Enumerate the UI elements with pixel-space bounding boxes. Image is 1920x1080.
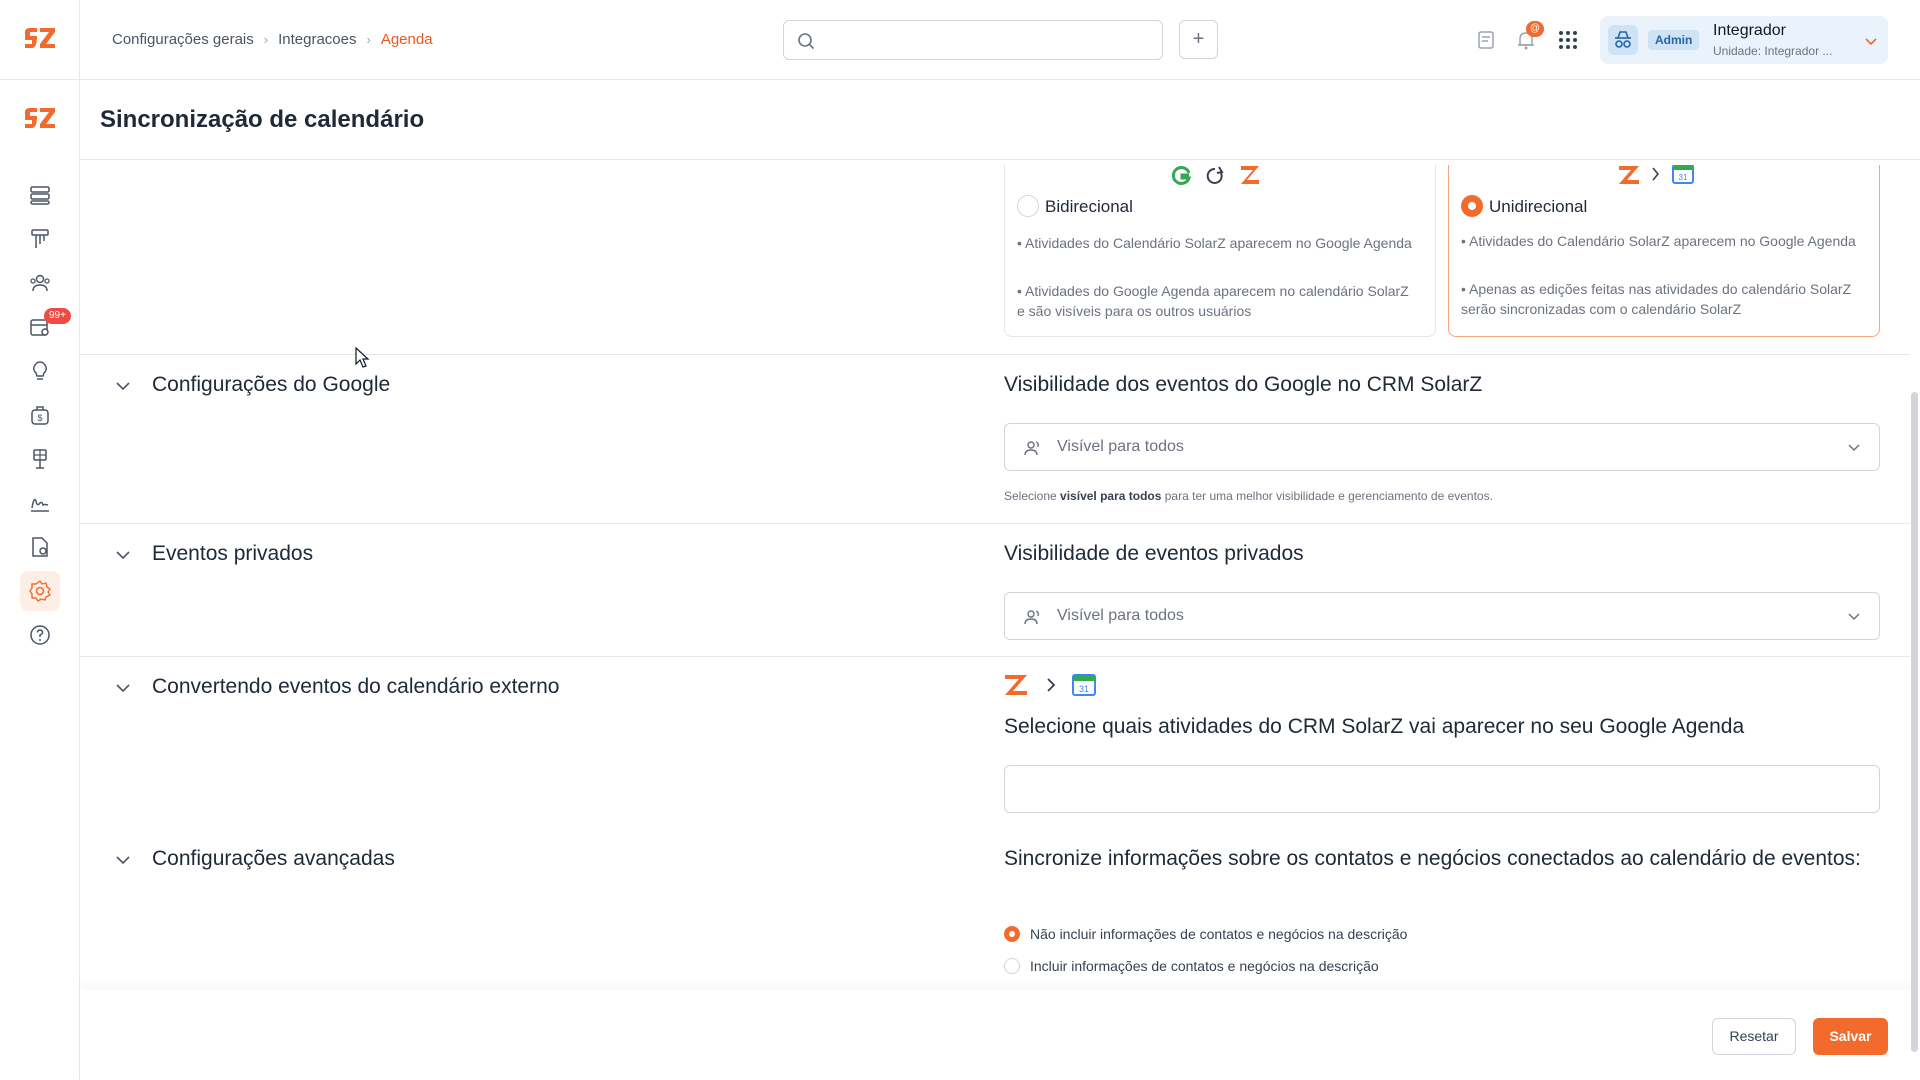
breadcrumb-current: Agenda [380,31,433,48]
solarz-logo[interactable] [22,26,58,52]
unidirectional-bullet-2: • Apenas as edições feitas nas atividade… [1461,281,1852,317]
money-bag-icon: $ [31,406,49,425]
lightbulb-icon [33,361,47,380]
users-icon [1024,610,1039,625]
chevron-down-icon [1865,38,1877,46]
advanced-settings-title[interactable]: Configurações avançadas [152,847,395,871]
bidirectional-radio[interactable] [1017,195,1039,217]
google-settings-title[interactable]: Configurações do Google [152,373,390,397]
convert-events-subtitle: Selecione quais atividades do CRM SolarZ… [1004,715,1745,738]
sync-mode-unidirectional-card[interactable]: 31 Unidirecional • Atividades do Calendá… [1448,165,1880,337]
sidebar-item-ideas[interactable] [20,351,60,391]
notification-badge: @ [1526,21,1544,37]
save-button[interactable]: Salvar [1813,1018,1888,1055]
help-prefix: Selecione [1004,489,1061,503]
bidirectional-label: Bidirecional [1045,197,1133,216]
google-visibility-select[interactable]: Visível para todos [1004,423,1880,471]
calendar-badge: 99+ [44,308,71,324]
apps-grid-icon[interactable] [1556,28,1580,52]
users-icon [1024,441,1039,456]
user-name: Integrador [1713,22,1786,39]
sidebar-item-help[interactable] [20,615,60,655]
convert-events-title[interactable]: Convertendo eventos do calendário extern… [152,675,559,699]
advanced-sync-title: Sincronize informações sobre os contatos… [1004,847,1861,870]
private-visibility-title: Visibilidade de eventos privados [1004,542,1304,565]
section-divider [80,523,1910,524]
sidebar-divider [79,0,80,1080]
chevron-down-icon[interactable] [114,377,132,395]
mouse-cursor-icon [355,347,370,368]
reset-button[interactable]: Resetar [1712,1018,1796,1055]
sync-mode-bidirectional-card[interactable]: Bidirecional • Atividades do Calendário … [1004,165,1436,337]
activities-select-input[interactable] [1004,765,1880,813]
sidebar-item-contacts[interactable] [20,263,60,303]
sync-icons-unidirectional: 31 [1619,165,1694,184]
google-visibility-help: Selecione visível para todos para ter um… [1004,489,1493,503]
bidirectional-bullet-2: • Atividades do Google Agenda aparecem n… [1017,283,1409,319]
notes-icon[interactable] [1474,28,1498,52]
user-menu[interactable]: Admin Integrador Unidade: Integrador ... [1600,16,1888,64]
exclude-info-label: Não incluir informações de contatos e ne… [1030,926,1408,942]
bidirectional-bullet-1: • Atividades do Calendário SolarZ aparec… [1017,235,1412,251]
section-divider [80,656,1910,657]
solarz-logo[interactable] [22,106,58,132]
signature-icon [31,498,49,512]
chevron-right-icon: › [366,32,371,47]
sidebar-item-documents[interactable] [20,527,60,567]
scrollbar-thumb[interactable] [1911,392,1918,1052]
svg-text:31: 31 [1679,173,1688,182]
help-bold: visível para todos [1060,489,1162,503]
chevron-right-icon: › [263,32,269,47]
include-info-radio[interactable] [1004,958,1020,974]
search-icon [798,33,815,50]
sidebar-item-settings[interactable] [20,571,60,611]
option-exclude-info[interactable]: Não incluir informações de contatos e ne… [1004,926,1407,942]
google-visibility-value: Visível para todos [1057,438,1184,455]
sidebar-item-finance[interactable]: $ [20,395,60,435]
exclude-info-radio[interactable] [1004,926,1020,942]
sync-icons-bidirectional [1171,166,1259,185]
search-input[interactable] [783,20,1163,60]
users-icon [30,274,50,292]
page-header: Sincronização de calendário [80,80,1920,160]
chevron-down-icon[interactable] [114,679,132,697]
option-include-info[interactable]: Incluir informações de contatos e negóci… [1004,958,1379,974]
chevron-down-icon[interactable] [114,546,132,564]
add-button[interactable]: + [1179,20,1218,59]
footer-bar [80,990,1920,1080]
page-title: Sincronização de calendário [100,106,425,133]
chevron-down-icon [1848,613,1860,621]
incognito-avatar-icon [1608,25,1638,55]
breadcrumb-item-integracoes[interactable]: Integracoes [278,31,356,48]
gear-icon [29,580,51,602]
unidirectional-label: Unidirecional [1489,197,1588,216]
document-settings-icon [32,537,48,557]
private-events-title[interactable]: Eventos privados [152,542,313,566]
private-visibility-select[interactable]: Visível para todos [1004,592,1880,640]
include-info-label: Incluir informações de contatos e negóci… [1030,958,1379,974]
svg-text:$: $ [37,413,42,423]
svg-text:31: 31 [1079,684,1089,694]
sidebar-item-projects[interactable] [20,439,60,479]
private-visibility-value: Visível para todos [1057,607,1184,624]
breadcrumb: Configurações gerais › Integracoes › Age… [112,31,433,48]
sidebar-item-funnel[interactable] [20,219,60,259]
unidirectional-radio[interactable] [1461,195,1483,217]
google-visibility-title: Visibilidade dos eventos do Google no CR… [1004,373,1483,396]
sidebar-item-signature[interactable] [20,483,60,523]
help-circle-icon [30,625,50,645]
solar-panel-icon [33,449,47,469]
user-unit: Unidade: Integrador ... [1713,44,1833,58]
breadcrumb-item-configuracoes[interactable]: Configurações gerais [112,31,254,48]
help-suffix: para ter uma melhor visibilidade e geren… [1161,489,1493,503]
solarz-to-google-calendar-icon: 31 [1005,674,1096,696]
sidebar-item-dashboard[interactable] [20,175,60,215]
chevron-down-icon[interactable] [114,851,132,869]
server-list-icon [30,186,50,205]
admin-badge: Admin [1648,30,1700,50]
top-bar: Configurações gerais › Integracoes › Age… [0,0,1920,80]
unidirectional-bullet-1: • Atividades do Calendário SolarZ aparec… [1461,233,1856,249]
chevron-down-icon [1848,444,1860,452]
kanban-icon [31,229,49,248]
